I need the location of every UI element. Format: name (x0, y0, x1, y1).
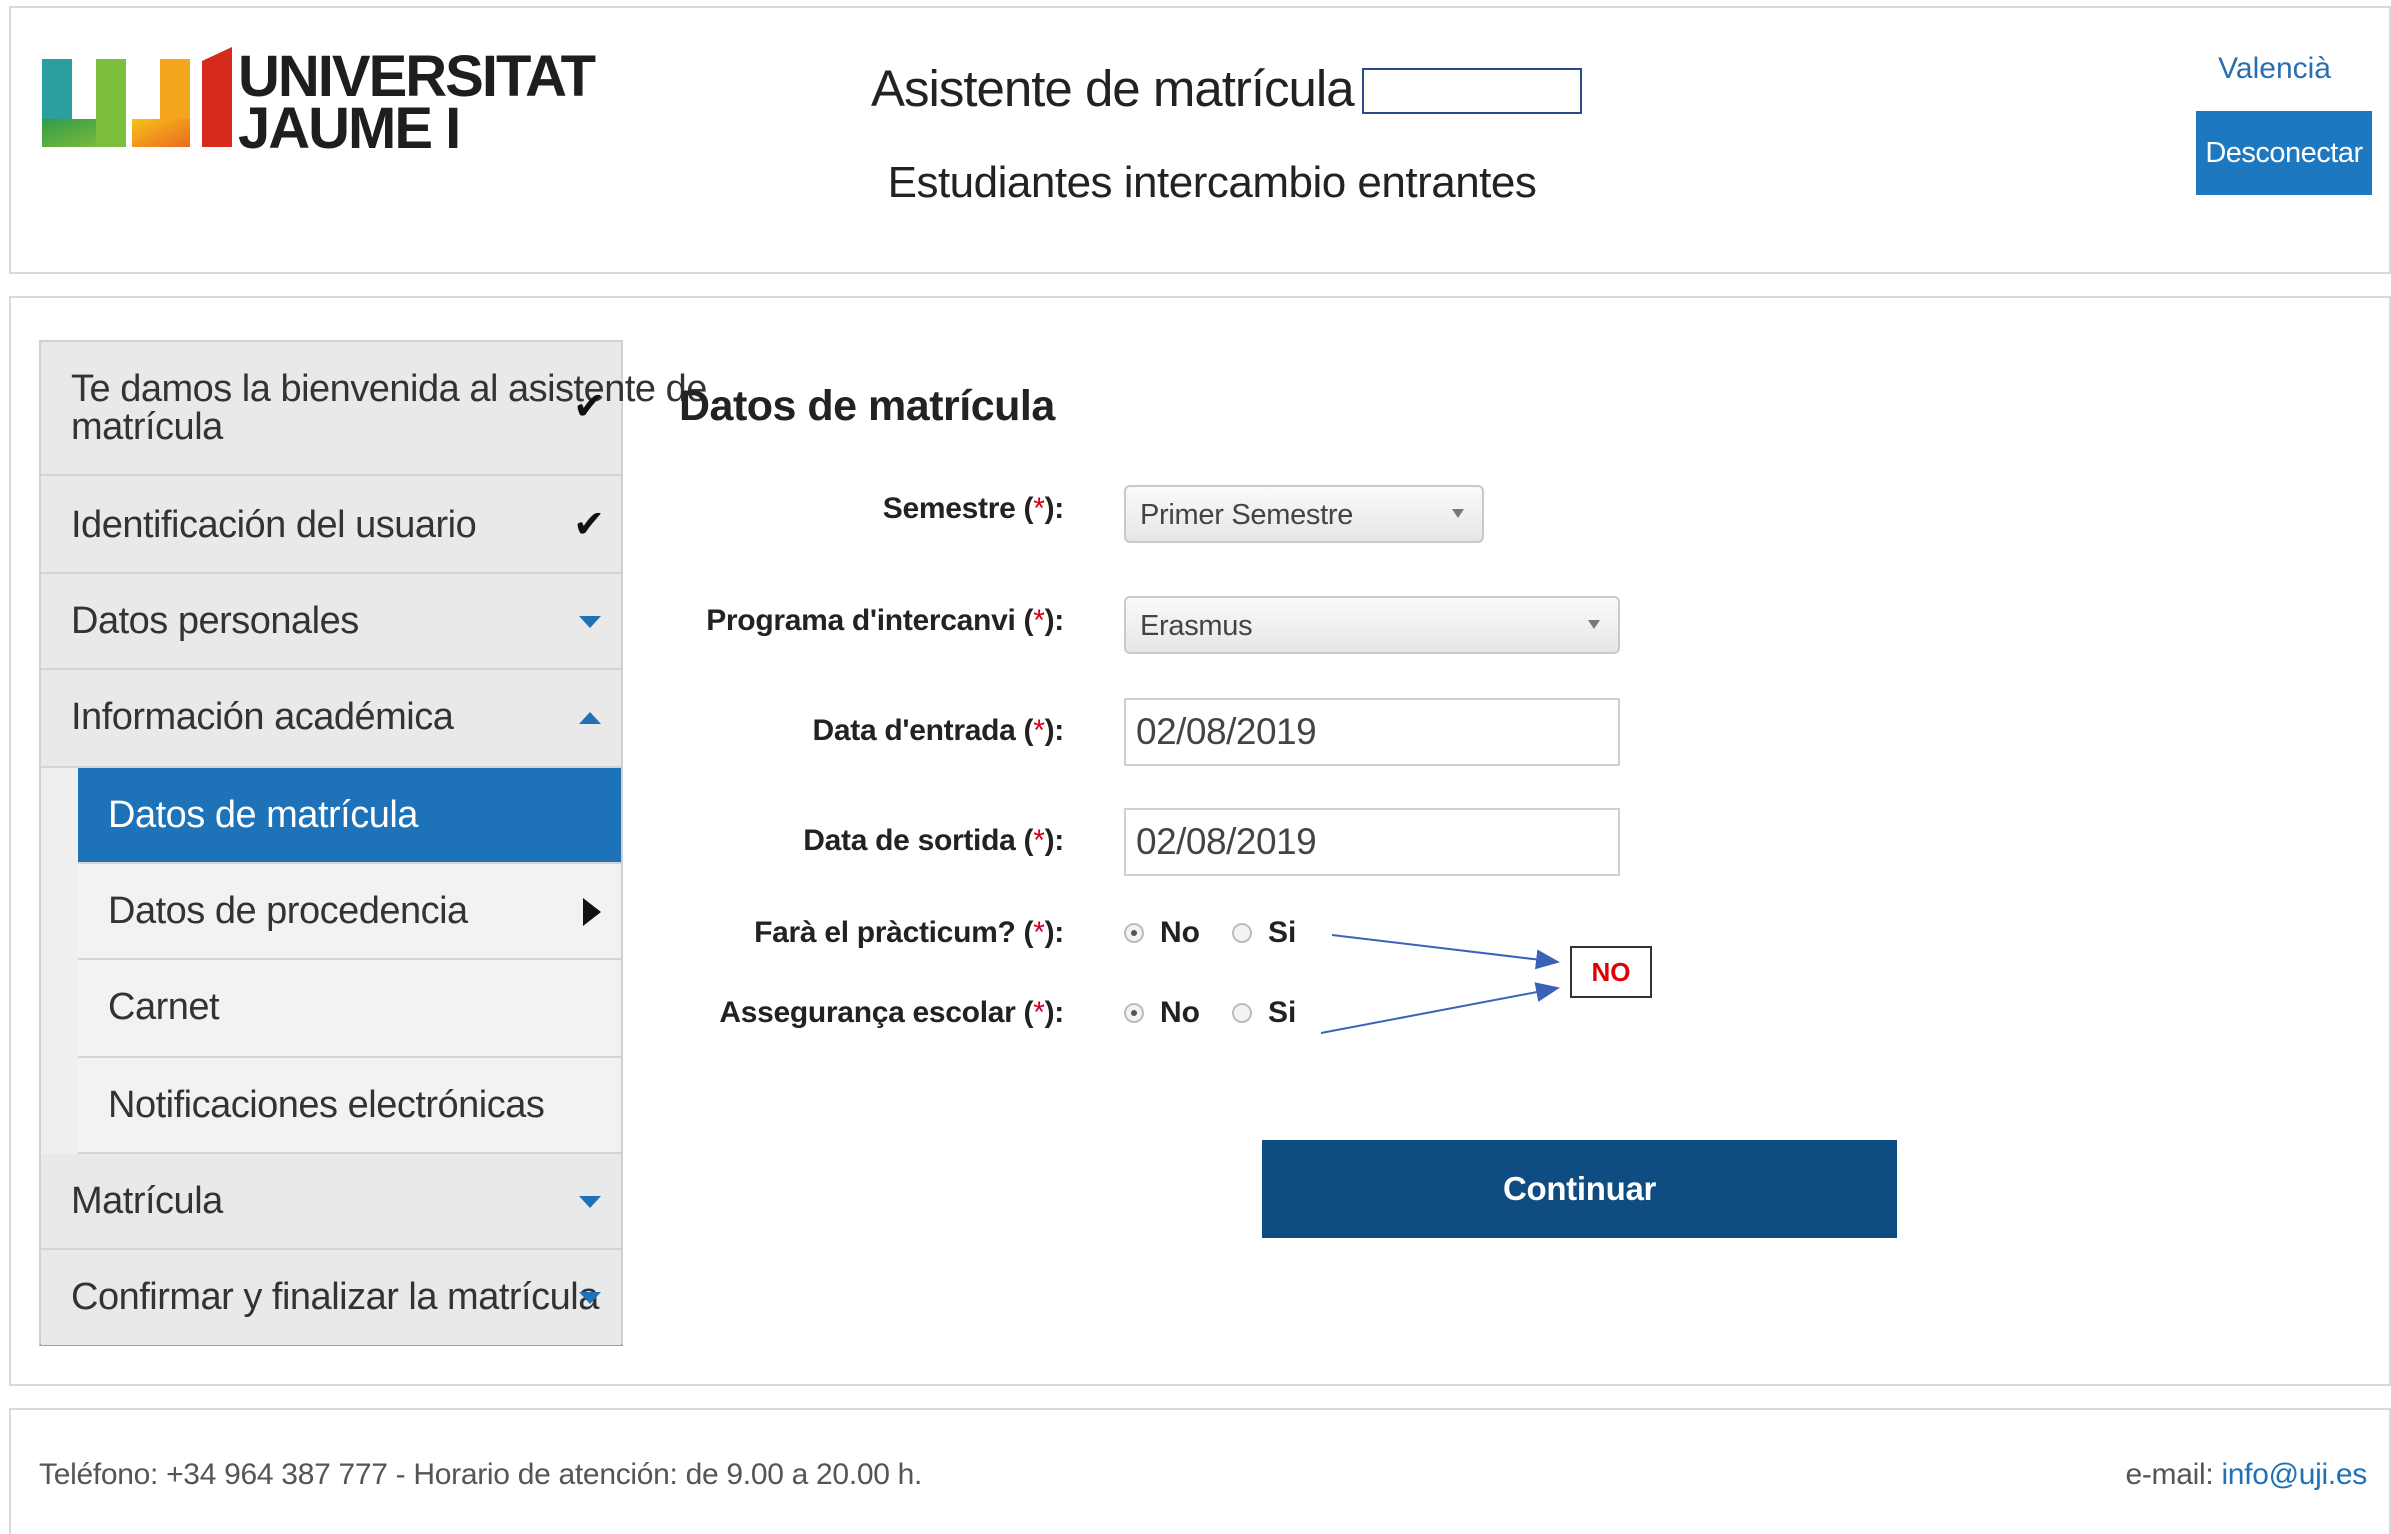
continue-button[interactable]: Continuar (1262, 1140, 1897, 1238)
annotation-arrow-line (1331, 934, 1560, 970)
logo-text-line2: JAUME I (238, 96, 461, 161)
annotation-no-box: NO (1570, 946, 1652, 998)
header: UNIVERSITAT JAUME I Asistente de matrícu… (9, 6, 2391, 274)
main-panel: Te damos la bienvenida al asistente de m… (9, 296, 2391, 1386)
title-row: Asistente de matrícula (871, 58, 1582, 118)
annotation-arrow-line (1320, 982, 1560, 1034)
language-link[interactable]: Valencià (2218, 52, 2331, 86)
footer: Teléfono: +34 964 387 777 - Horario de a… (9, 1408, 2391, 1534)
uji-logo[interactable]: UNIVERSITAT JAUME I (42, 47, 596, 162)
title-highlight-box (1361, 68, 1582, 114)
footer-email: e-mail: info@uji.es (2125, 1458, 2367, 1492)
annotation-arrows (1320, 934, 1560, 1034)
footer-contact-text: Teléfono: +34 964 387 777 - Horario de a… (39, 1458, 923, 1491)
page-title: Asistente de matrícula (871, 60, 1355, 117)
disconnect-button[interactable]: Desconectar (2196, 111, 2372, 195)
page-subtitle: Estudiantes intercambio entrantes (887, 158, 1537, 207)
logo-text: UNIVERSITAT JAUME I (238, 48, 596, 161)
footer-email-prefix: e-mail: (2125, 1458, 2214, 1491)
uji-logo-icon (42, 47, 232, 147)
email-link[interactable]: info@uji.es (2221, 1458, 2367, 1491)
